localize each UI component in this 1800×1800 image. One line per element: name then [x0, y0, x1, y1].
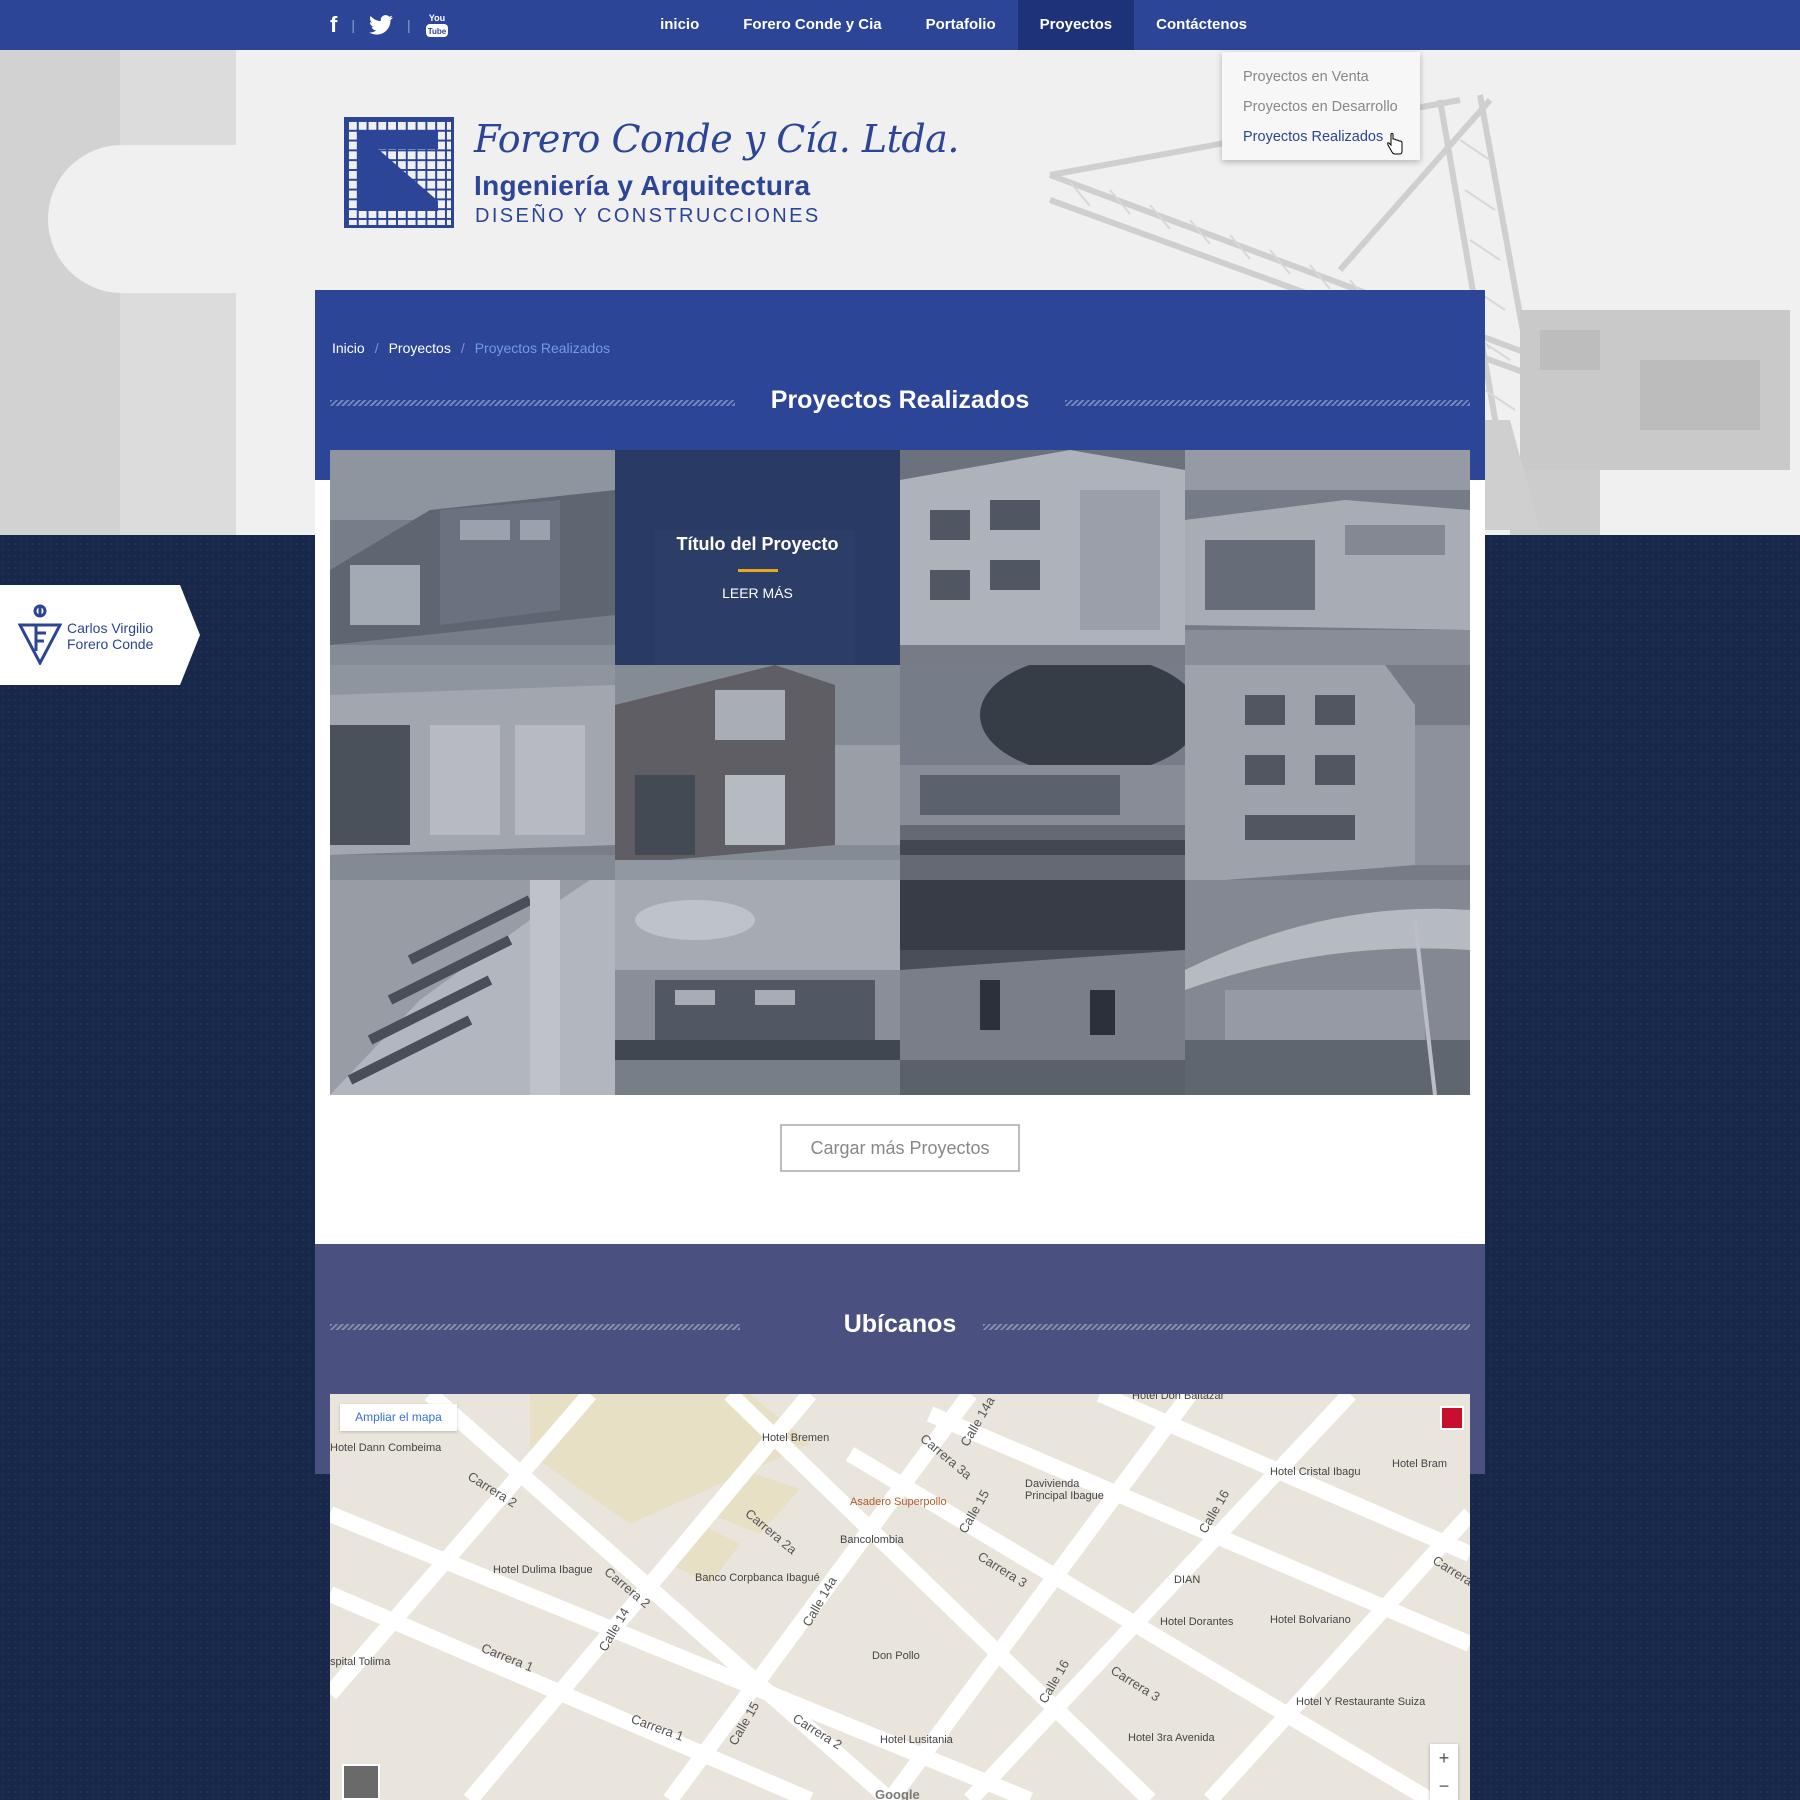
map-place: Hotel Don Baltazar — [1132, 1394, 1225, 1402]
location-title: Ubícanos — [843, 1310, 957, 1338]
svg-text:Tube: Tube — [427, 27, 446, 36]
read-more-link[interactable]: LEER MÁS — [615, 585, 900, 601]
nav-proyectos[interactable]: Proyectos — [1017, 0, 1135, 50]
breadcrumb-current: Proyectos Realizados — [474, 340, 611, 356]
project-tile[interactable] — [615, 880, 900, 1095]
side-tab-text: Carlos Virgilio Forero Conde — [67, 620, 153, 652]
breadcrumb-proyectos[interactable]: Proyectos — [389, 340, 451, 356]
map-embed[interactable]: Ampliar el mapa Hotel Don Baltazar Hotel… — [330, 1394, 1470, 1800]
map-place: Asadero Superpollo — [850, 1496, 947, 1508]
expand-map-button[interactable]: Ampliar el mapa — [340, 1404, 457, 1431]
zoom-out-button[interactable]: − — [1430, 1772, 1458, 1800]
google-logo: Google — [875, 1787, 920, 1800]
separator: | — [351, 17, 355, 33]
map-place: Hotel Bremen — [762, 1432, 830, 1444]
side-tab-line1: Carlos Virgilio — [67, 620, 154, 636]
project-tile[interactable] — [900, 880, 1185, 1095]
map-place: Don Pollo — [872, 1650, 920, 1662]
compass-logo-icon — [18, 604, 62, 665]
project-tile[interactable] — [615, 665, 900, 880]
nav-contactenos[interactable]: Contáctenos — [1134, 0, 1269, 50]
dropdown-item-desarrollo[interactable]: Proyectos en Desarrollo — [1222, 92, 1420, 122]
project-tile[interactable] — [330, 450, 615, 665]
nav-forero-conde[interactable]: Forero Conde y Cia — [721, 0, 903, 50]
map-place: Hotel Cristal Ibagu — [1270, 1466, 1361, 1478]
zoom-in-button[interactable]: + — [1430, 1744, 1458, 1772]
map-place: Hotel Dorantes — [1160, 1616, 1234, 1628]
breadcrumb-separator: / — [460, 340, 465, 356]
map-place: Davivienda Principal Ibague — [1025, 1478, 1104, 1502]
logo-script-text: Forero Conde y Cía. Ltda. — [474, 117, 959, 161]
project-tile[interactable] — [900, 665, 1185, 880]
project-tile-title: Título del Proyecto — [676, 534, 839, 554]
youtube-icon[interactable]: You Tube — [425, 12, 449, 38]
facebook-icon[interactable]: f — [330, 13, 337, 37]
top-navbar: f | | You Tube inicio Forero Conde y Cia… — [0, 0, 1800, 50]
zoom-controls: + − — [1430, 1744, 1458, 1800]
twitter-icon[interactable] — [368, 15, 393, 35]
logo-emblem-icon — [358, 131, 438, 211]
map-place: Hotel Bolvariano — [1270, 1614, 1351, 1626]
map-place: Hotel Bram — [1392, 1458, 1448, 1470]
load-more-button[interactable]: Cargar más Proyectos — [780, 1124, 1020, 1172]
map-place: Bancolombia — [840, 1534, 904, 1546]
nav-portafolio[interactable]: Portafolio — [904, 0, 1018, 50]
map-marker-badge[interactable] — [1440, 1406, 1464, 1430]
svg-text:You: You — [428, 13, 444, 23]
project-tile[interactable] — [1185, 665, 1470, 880]
title-underline — [738, 569, 778, 572]
hand-cursor-icon — [1387, 133, 1403, 155]
map-place: Hotel Y Restaurante Suiza — [1296, 1696, 1426, 1708]
map-place: Hotel Dann Combeima — [330, 1442, 442, 1454]
project-tile[interactable] — [330, 880, 615, 1095]
satellite-toggle[interactable] — [342, 1764, 380, 1800]
map-place: Hotel Dulima Ibague — [493, 1564, 593, 1576]
side-tab-line2: Forero Conde — [67, 636, 154, 652]
separator: | — [406, 17, 411, 33]
project-tile[interactable] — [900, 450, 1185, 665]
breadcrumb-inicio[interactable]: Inicio — [332, 340, 365, 356]
page-title: Proyectos Realizados — [770, 386, 1030, 414]
project-tile[interactable] — [1185, 880, 1470, 1095]
decor-curve — [48, 145, 236, 293]
logo-tagline-2: DISEÑO Y CONSTRUCCIONES — [475, 205, 821, 227]
breadcrumb-separator: / — [374, 340, 379, 356]
social-links: f | | You Tube — [330, 12, 449, 38]
project-tile[interactable] — [330, 665, 615, 880]
map-place: spital Tolima — [330, 1656, 391, 1668]
main-nav: inicio Forero Conde y Cia Portafolio Pro… — [638, 0, 1269, 50]
map-place: Banco Corpbanca Ibagué — [695, 1572, 820, 1584]
project-tile[interactable] — [1185, 450, 1470, 665]
breadcrumb: Inicio / Proyectos / Proyectos Realizado… — [332, 340, 610, 356]
dropdown-item-venta[interactable]: Proyectos en Venta — [1222, 62, 1420, 92]
map-place: Hotel 3ra Avenida — [1128, 1732, 1215, 1744]
map-place: Hotel Lusitania — [880, 1734, 953, 1746]
company-logo[interactable]: Forero Conde y Cía. Ltda. Ingeniería y A… — [344, 117, 959, 230]
project-tile-hover[interactable]: Título del Proyecto LEER MÁS — [615, 450, 900, 665]
founder-side-tab[interactable]: Carlos Virgilio Forero Conde — [0, 585, 200, 685]
projects-grid: Título del Proyecto LEER MÁS — [330, 450, 1470, 1095]
projects-panel: Inicio / Proyectos / Proyectos Realizado… — [315, 290, 1485, 1244]
nav-inicio[interactable]: inicio — [638, 0, 721, 50]
decor-shape — [0, 50, 120, 535]
map-place: DIAN — [1174, 1574, 1201, 1586]
logo-tagline-1: Ingeniería y Arquitectura — [474, 170, 811, 201]
